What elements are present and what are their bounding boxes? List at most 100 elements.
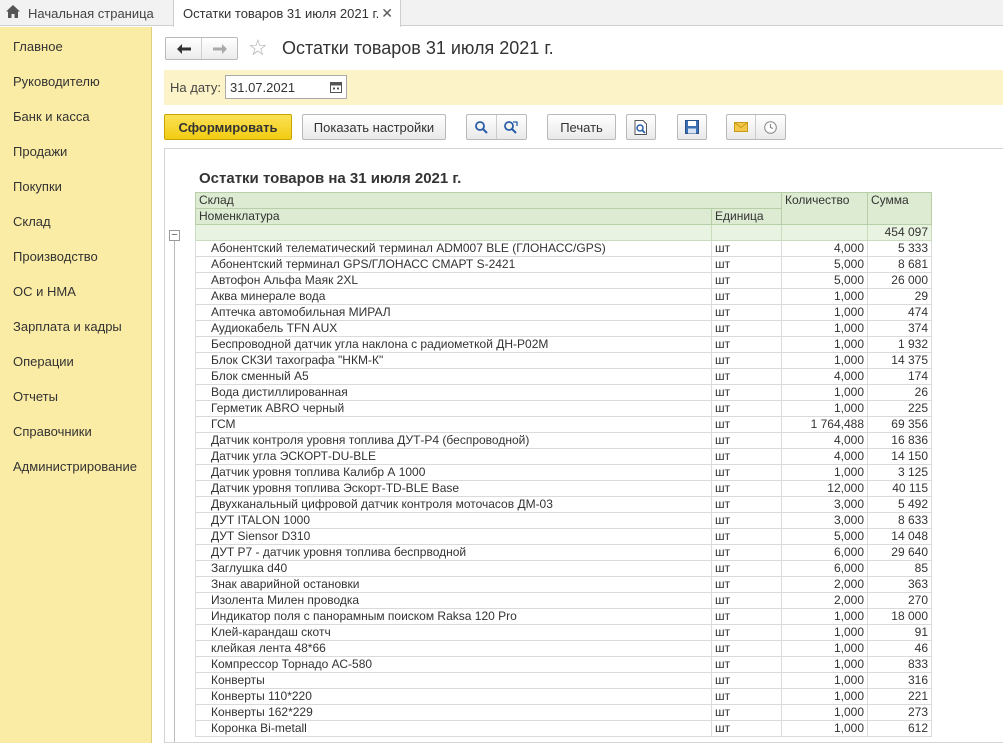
sidebar-item-operations[interactable]: Операции [13,354,74,369]
qty-cell: 1,000 [781,624,868,641]
table-row[interactable]: Блок сменный А5 шт 4,000 174 [195,368,932,385]
sidebar-item-warehouse[interactable]: Склад [13,214,51,229]
qty-cell: 5,000 [781,528,868,545]
tab-report[interactable]: Остатки товаров 31 июля 2021 г. ✕ [173,0,401,27]
table-row[interactable]: Конверты шт 1,000 316 [195,672,932,689]
unit-cell: шт [711,416,782,433]
table-row[interactable]: Аптечка автомобильная МИРАЛ шт 1,000 474 [195,304,932,321]
unit-cell: шт [711,240,782,257]
calendar-icon [329,82,342,93]
unit-cell: шт [711,496,782,513]
item-name-cell: Беспроводной датчик угла наклона с радио… [195,336,712,353]
table-row[interactable]: Двухканальный цифровой датчик контроля м… [195,496,932,513]
unit-cell: шт [711,576,782,593]
table-row[interactable]: Знак аварийной остановки шт 2,000 363 [195,576,932,593]
table-row[interactable]: ГСМ шт 1 764,488 69 356 [195,416,932,433]
search-next-button[interactable] [497,115,526,139]
table-row[interactable]: Вода дистиллированная шт 1,000 26 [195,384,932,401]
item-name-cell: ДУТ Siensor D310 [195,528,712,545]
table-row[interactable]: Индикатор поля с панорамным поиском Raks… [195,608,932,625]
back-button[interactable] [166,38,201,59]
qty-cell: 1,000 [781,672,868,689]
collapse-group-icon[interactable]: − [169,230,180,241]
arrow-right-icon [212,43,227,54]
table-row[interactable]: Блок СКЗИ тахографа "НКМ-К" шт 1,000 14 375 [195,352,932,369]
item-name-cell: Конверты 162*229 [195,704,712,721]
sidebar-item-directories[interactable]: Справочники [13,424,92,439]
table-row[interactable]: Аудиокабель TFN AUX шт 1,000 374 [195,320,932,337]
item-name-cell: Датчик уровня топлива Эскорт-TD-BLE Base [195,480,712,497]
forward-button[interactable] [201,38,237,59]
schedule-button[interactable] [756,115,785,139]
table-row[interactable]: ДУТ ITALON 1000 шт 3,000 8 633 [195,512,932,529]
search-button[interactable] [467,115,497,139]
item-name-cell: Заглушка d40 [195,560,712,577]
table-row[interactable]: Датчик угла ЭСКОРТ-DU-BLE шт 4,000 14 150 [195,448,932,465]
clock-icon [763,120,777,134]
table-row[interactable]: Автофон Альфа Маяк 2XL шт 5,000 26 000 [195,272,932,289]
table-row[interactable]: Датчик контроля уровня топлива ДУТ-Р4 (б… [195,432,932,449]
sum-cell: 69 356 [867,416,932,433]
close-icon[interactable]: ✕ [381,5,393,22]
unit-cell: шт [711,544,782,561]
unit-cell: шт [711,384,782,401]
sum-cell: 273 [867,704,932,721]
sidebar-item-production[interactable]: Производство [13,249,98,264]
table-row[interactable]: Герметик ABRO черный шт 1,000 225 [195,400,932,417]
table-row[interactable]: Изолента Милен проводка шт 2,000 270 [195,592,932,609]
calendar-button[interactable] [325,75,347,99]
sidebar-item-main[interactable]: Главное [13,39,63,54]
table-row[interactable]: Беспроводной датчик угла наклона с радио… [195,336,932,353]
item-name-cell: Компрессор Торнадо АС-580 [195,656,712,673]
table-row[interactable]: Заглушка d40 шт 6,000 85 [195,560,932,577]
table-row[interactable]: Клей-карандаш скотч шт 1,000 91 [195,624,932,641]
sidebar-item-reports[interactable]: Отчеты [13,389,58,404]
table-row[interactable]: Абонентский терминал GPS/ГЛОНАСС СМАРТ S… [195,256,932,273]
table-row[interactable]: ДУТ Р7 - датчик уровня топлива беспрводн… [195,544,932,561]
table-row[interactable]: Абонентский телематический терминал ADM0… [195,240,932,257]
unit-cell: шт [711,304,782,321]
date-input[interactable] [225,75,326,99]
sidebar-item-assets[interactable]: ОС и НМА [13,284,76,299]
sidebar-item-manager[interactable]: Руководителю [13,74,100,89]
unit-cell: шт [711,592,782,609]
table-row[interactable]: Аква минерале вода шт 1,000 29 [195,288,932,305]
sum-cell: 270 [867,592,932,609]
print-button[interactable]: Печать [547,114,616,140]
table-row[interactable]: Коронка Bi-metall шт 1,000 612 [195,720,932,737]
table-row[interactable]: клейкая лента 48*66 шт 1,000 46 [195,640,932,657]
table-row[interactable]: Датчик уровня топлива Эскорт-TD-BLE Base… [195,480,932,497]
table-row[interactable]: Конверты 162*229 шт 1,000 273 [195,704,932,721]
unit-cell: шт [711,720,782,737]
unit-cell: шт [711,704,782,721]
page-title: Остатки товаров 31 июля 2021 г. [282,38,554,58]
sidebar-item-sales[interactable]: Продажи [13,144,67,159]
preview-button[interactable] [626,114,656,140]
item-name-cell: Блок сменный А5 [195,368,712,385]
table-row[interactable]: ДУТ Siensor D310 шт 5,000 14 048 [195,528,932,545]
generate-button[interactable]: Сформировать [164,114,292,140]
sum-cell: 18 000 [867,608,932,625]
item-name-cell: Конверты [195,672,712,689]
table-row[interactable]: Компрессор Торнадо АС-580 шт 1,000 833 [195,656,932,673]
unit-cell: шт [711,624,782,641]
table-row[interactable]: Конверты 110*220 шт 1,000 221 [195,688,932,705]
show-settings-button[interactable]: Показать настройки [302,114,446,140]
qty-cell: 1,000 [781,704,868,721]
sidebar-item-bank[interactable]: Банк и касса [13,109,90,124]
send-email-button[interactable] [727,115,756,139]
outline-line [174,241,175,742]
sidebar-item-admin[interactable]: Администрирование [13,459,137,474]
navigation-buttons [165,37,238,60]
sum-cell: 1 932 [867,336,932,353]
sidebar-item-payroll[interactable]: Зарплата и кадры [13,319,122,334]
item-name-cell: Клей-карандаш скотч [195,624,712,641]
sidebar-item-purchases[interactable]: Покупки [13,179,62,194]
table-row[interactable]: Датчик уровня топлива Калибр А 1000 шт 1,0… [195,464,932,481]
col-sum-header: Сумма [867,192,932,225]
favorite-star-icon[interactable]: ☆ [248,35,268,61]
qty-cell: 1,000 [781,352,868,369]
save-button[interactable] [677,114,707,140]
tab-home[interactable]: Начальная страница [0,0,170,26]
unit-cell: шт [711,608,782,625]
